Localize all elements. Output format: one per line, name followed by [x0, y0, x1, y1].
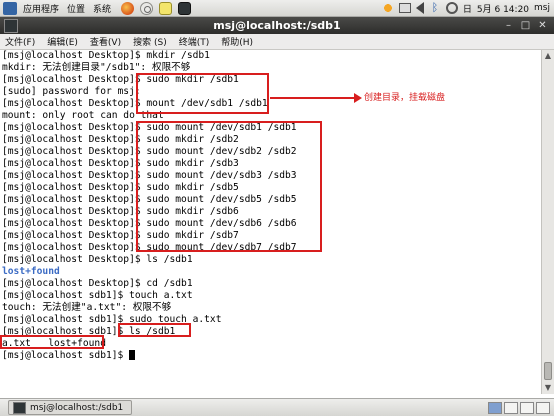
menu-view[interactable]: 查看(V) — [85, 35, 128, 48]
menu-search[interactable]: 搜索 (S) — [128, 35, 174, 48]
workspace-1[interactable] — [488, 401, 502, 414]
volume-icon[interactable] — [415, 2, 424, 14]
window-controls: – □ ✕ — [502, 20, 554, 32]
maximize-button[interactable]: □ — [519, 20, 532, 32]
terminal-line-directory: lost+found — [2, 266, 60, 277]
system-tray: ᛒ 日 5月 6 14:20 msj — [381, 2, 554, 15]
bluetooth-icon[interactable]: ᛒ — [429, 2, 441, 14]
annotation-box-sudo-mkdir-mount — [136, 73, 269, 114]
annotation-label: 创建目录，挂载磁盘 — [364, 93, 446, 103]
scrollbar-thumb[interactable] — [544, 362, 552, 380]
terminal-line: [msj@localhost sdb1]$ touch a.txt — [2, 290, 193, 301]
terminal-prompt: [msj@localhost sdb1]$ — [2, 350, 130, 361]
applications-menu[interactable]: 应用程序 — [19, 2, 63, 15]
user-menu[interactable]: msj — [534, 3, 550, 13]
update-notifier-icon[interactable] — [381, 2, 394, 14]
terminal-line: [msj@localhost Desktop]$ cd /sdb1 — [2, 278, 193, 289]
mail-launcher-icon[interactable] — [140, 1, 154, 15]
menu-help[interactable]: 帮助(H) — [216, 35, 260, 48]
workspace-2[interactable] — [504, 401, 518, 414]
window-title: msj@localhost:/sdb1 — [213, 19, 341, 32]
annotation-arrow — [270, 93, 362, 103]
terminal-scrollbar[interactable]: ▲ ▼ — [541, 50, 554, 394]
firefox-launcher-icon[interactable] — [121, 1, 135, 15]
clock[interactable]: 5月 6 14:20 — [477, 2, 529, 15]
terminal-line: [sudo] password for msj: — [2, 86, 141, 97]
top-panel: 应用程序 位置 系统 ᛒ 日 5月 6 14:20 msj — [0, 0, 554, 17]
workspace-3[interactable] — [520, 401, 534, 414]
distro-logo-icon[interactable] — [3, 1, 17, 15]
menu-terminal[interactable]: 终端(T) — [174, 35, 217, 48]
terminal-line: touch: 无法创建"a.txt": 权限不够 — [2, 302, 172, 313]
system-menu[interactable]: 系统 — [89, 2, 115, 15]
scroll-up-arrow-icon[interactable]: ▲ — [544, 52, 552, 60]
annotation-box-ls-output — [0, 335, 104, 349]
terminal-line: [msj@localhost Desktop]$ mkdir /sdb1 — [2, 50, 210, 61]
terminal-line: [msj@localhost Desktop]$ ls /sdb1 — [2, 254, 193, 265]
terminal-output[interactable]: [msj@localhost Desktop]$ mkdir /sdb1 mkd… — [0, 50, 541, 394]
annotation-box-mount-commands — [136, 121, 322, 252]
window-titlebar[interactable]: msj@localhost:/sdb1 – □ ✕ — [0, 17, 554, 34]
scroll-down-arrow-icon[interactable]: ▼ — [544, 384, 552, 392]
taskbar-window-label: msj@localhost:/sdb1 — [30, 402, 124, 413]
bottom-taskbar: msj@localhost:/sdb1 — [0, 398, 554, 416]
calendar-day-label[interactable]: 日 — [463, 2, 472, 15]
close-button[interactable]: ✕ — [536, 20, 549, 32]
notes-launcher-icon[interactable] — [159, 1, 173, 15]
network-icon[interactable] — [398, 3, 411, 13]
terminal-prompt-line: [msj@localhost sdb1]$ — [2, 350, 136, 362]
menubar: 文件(F) 编辑(E) 查看(V) 搜索 (S) 终端(T) 帮助(H) — [0, 34, 554, 50]
text-cursor — [129, 350, 136, 360]
menu-file[interactable]: 文件(F) — [0, 35, 42, 48]
power-icon[interactable] — [445, 2, 458, 14]
workspace-switcher — [488, 401, 554, 414]
terminal-task-icon — [13, 401, 26, 414]
annotation-box-ls-command — [118, 323, 191, 337]
workspace-4[interactable] — [536, 401, 550, 414]
terminal-launcher-icon[interactable] — [178, 1, 192, 15]
menu-edit[interactable]: 编辑(E) — [42, 35, 85, 48]
places-menu[interactable]: 位置 — [63, 2, 89, 15]
minimize-button[interactable]: – — [502, 20, 515, 32]
taskbar-window-button[interactable]: msj@localhost:/sdb1 — [8, 400, 133, 415]
